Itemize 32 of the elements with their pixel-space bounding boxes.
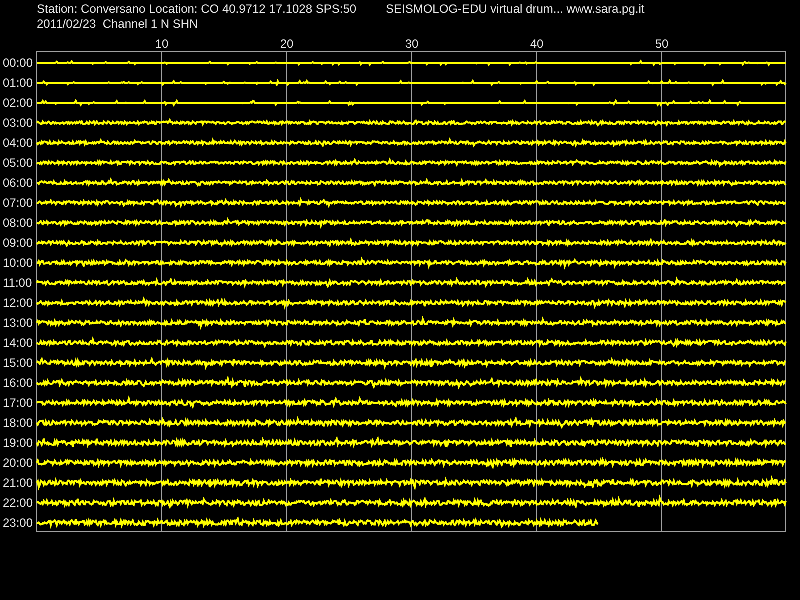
hour-label: 21:00: [3, 476, 34, 490]
hour-label: 15:00: [3, 356, 34, 370]
hour-label: 22:00: [3, 496, 34, 510]
hour-label: 14:00: [3, 336, 34, 350]
hour-label: 05:00: [3, 156, 34, 170]
minute-label: 40: [530, 37, 544, 51]
hour-label: 04:00: [3, 136, 34, 150]
minute-label: 30: [405, 37, 419, 51]
date-channel: 2011/02/23 Channel 1 N SHN: [37, 17, 198, 31]
hour-label: 02:00: [3, 96, 34, 110]
hour-label: 23:00: [3, 516, 34, 530]
station-info: Station: Conversano Location: CO 40.9712 17.1028 SPS:50: [37, 2, 357, 16]
hour-label: 00:00: [3, 56, 34, 70]
hour-label: 03:00: [3, 116, 34, 130]
minute-label: 50: [655, 37, 669, 51]
hour-label: 19:00: [3, 436, 34, 450]
hour-label: 13:00: [3, 316, 34, 330]
hour-label: 18:00: [3, 416, 34, 430]
minute-label: 20: [280, 37, 294, 51]
hour-label: 20:00: [3, 456, 34, 470]
hour-label: 11:00: [3, 276, 32, 290]
hour-label: 06:00: [3, 176, 34, 190]
minute-label: 10: [155, 37, 169, 51]
hour-label: 10:00: [3, 256, 34, 270]
hour-label: 17:00: [3, 396, 34, 410]
hour-label: 08:00: [3, 216, 34, 230]
hour-label: 01:00: [3, 76, 34, 90]
hour-label: 07:00: [3, 196, 34, 210]
hour-label: 09:00: [3, 236, 34, 250]
drum-title: SEISMOLOG-EDU virtual drum... www.sara.pg.it: [386, 2, 645, 16]
hour-label: 16:00: [3, 376, 34, 390]
hour-label: 12:00: [3, 296, 34, 310]
